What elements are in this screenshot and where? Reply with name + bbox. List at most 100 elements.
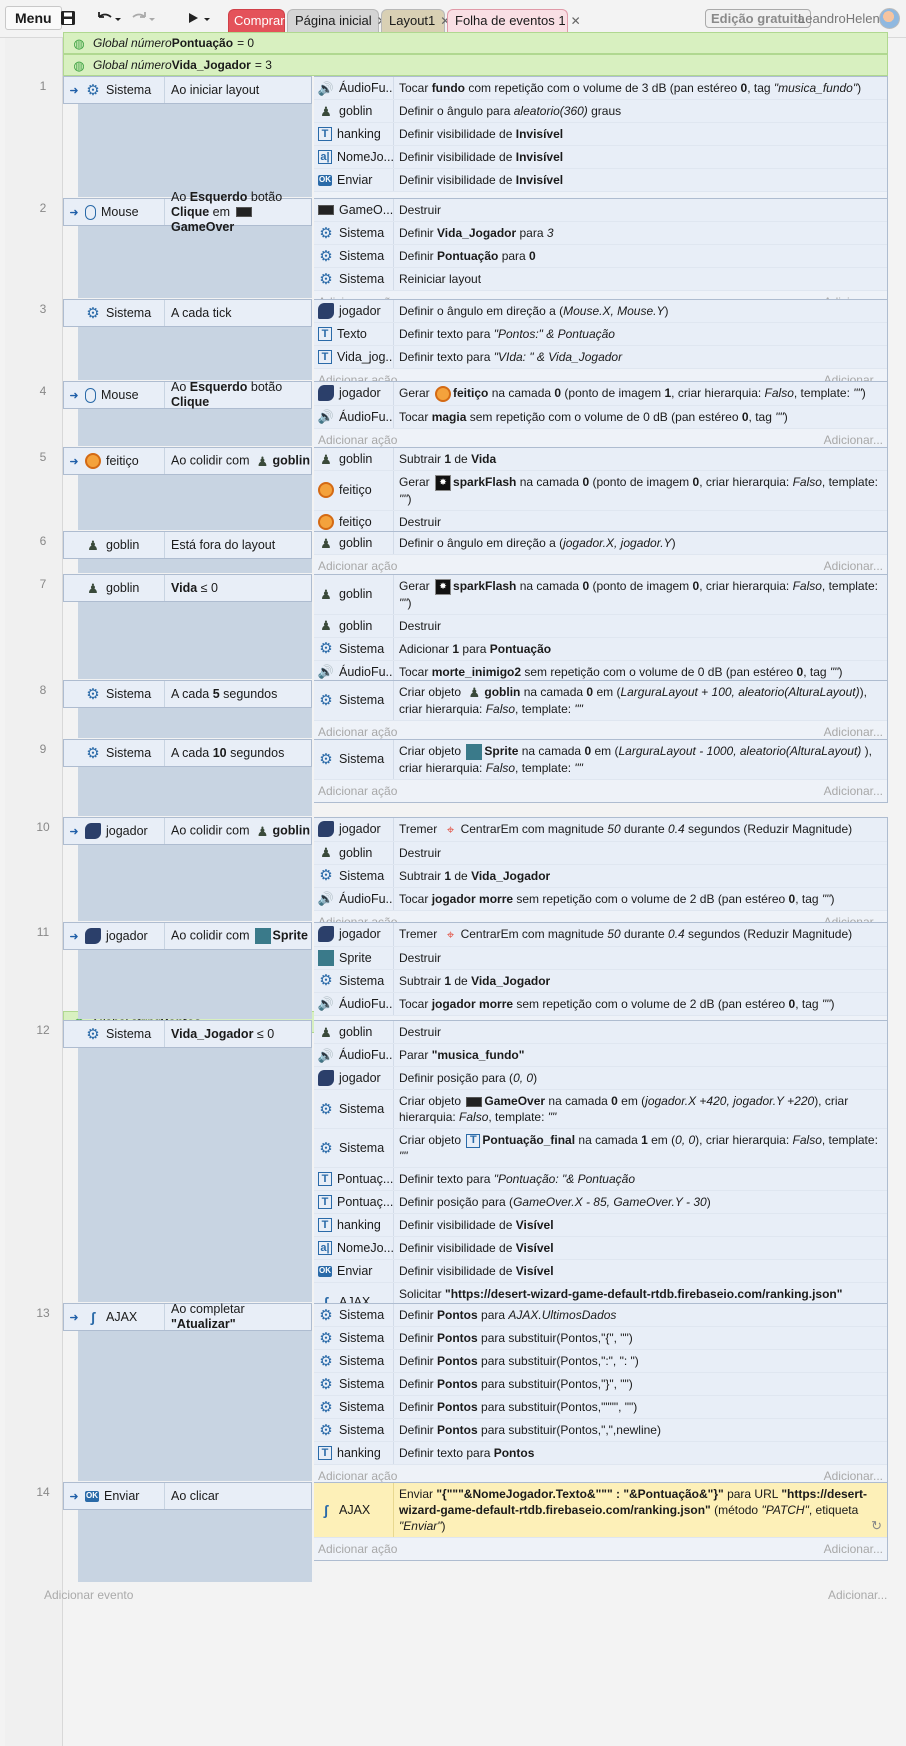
action-row[interactable]: feitiço Gerar ✸ sparkFlash na camada 0 (po… [314,471,887,511]
action-row[interactable]: ⚙ Sistema Criar objeto Sprite na camada 0 … [314,740,887,780]
action-row[interactable]: jogador Gerar feitiço na camada 0 (ponto … [314,382,887,406]
event-condition[interactable]: ⚙ Sistema A cada tick [63,299,312,327]
action-text[interactable]: Criar objeto GameOver na camada 0 em (jo… [394,1090,887,1128]
event-condition[interactable]: ➜ ʃ AJAX Ao completar "Atualizar" [63,1302,312,1331]
action-text[interactable]: Definir visibilidade de Visível [394,1214,887,1236]
condition-object[interactable]: OK Enviar [84,1483,165,1509]
action-object[interactable]: Thanking [314,1442,394,1464]
event-condition[interactable]: ➜ jogador Ao colidir com Sprite [63,922,312,950]
action-row[interactable]: ♟ goblin Destruir [314,1021,887,1044]
action-object[interactable]: 🔊 ÁudioFu... [314,992,394,1015]
action-row[interactable]: Thanking Definir visibilidade de Invisíve… [314,123,887,146]
condition-text[interactable]: Ao colidir com ♟ goblin [165,448,311,474]
action-object[interactable]: ⚙ Sistema [314,1090,394,1128]
action-text[interactable]: Destruir [394,842,887,864]
event-block[interactable]: 1 ➜ ⚙ Sistema Ao iniciar layout 🔊 ÁudioFu... To… [0,76,906,215]
add-action-link[interactable]: Adicionar ação [318,725,397,739]
condition-text[interactable]: Vida ≤ 0 [165,575,311,601]
action-text[interactable]: Tocar magia sem repetição com o volume d… [394,406,887,428]
action-row[interactable]: ⚙ Sistema Criar objeto T Pontuação_final na… [314,1129,887,1168]
event-condition[interactable]: ➜ Mouse Ao Esquerdo botão Clique [63,380,312,409]
action-text[interactable]: Definir posição para (GameOver.X - 85, G… [394,1191,887,1213]
event-condition[interactable]: ♟ goblin Vida ≤ 0 [63,574,312,602]
action-object[interactable]: T Pontuaç... [314,1168,394,1190]
action-text[interactable]: Gerar ✸ sparkFlash na camada 0 (ponto de … [394,471,887,510]
event-condition[interactable]: ⚙ Sistema Vida_Jogador ≤ 0 [63,1020,312,1048]
action-text[interactable]: Definir visibilidade de Invisível [394,169,887,191]
condition-area[interactable] [78,1020,312,1302]
action-object[interactable]: ♟ goblin [314,841,394,864]
event-condition[interactable]: ➜ jogador Ao colidir com ♟ goblin [63,817,312,845]
play-icon[interactable] [184,6,214,30]
action-row[interactable]: jogador Definir o ângulo em direção a (Mo… [314,300,887,323]
add-action-link[interactable]: Adicionar ação [318,433,397,447]
action-text[interactable]: Gerar ✸ sparkFlash na camada 0 (ponto de … [394,575,887,614]
action-row[interactable]: 🔊 ÁudioFu... Tocar magia sem repetição com… [314,405,887,429]
event-condition[interactable]: ♟ goblin Está fora do layout [63,531,312,559]
action-object[interactable]: jogador [314,1067,394,1089]
action-object[interactable]: ⚙ Sistema [314,222,394,244]
action-row[interactable]: jogador Tremer ⌖ CentrarEm com magnitude 5… [314,818,887,842]
action-text[interactable]: Definir o ângulo para aleatorio(360) gra… [394,100,887,122]
action-object[interactable]: 🔊 ÁudioFu... [314,405,394,428]
action-text[interactable]: Destruir [394,511,887,533]
condition-text[interactable]: A cada tick [165,300,311,326]
condition-text[interactable]: Ao colidir com Sprite [165,923,311,949]
action-object[interactable]: a| NomeJo... [314,1237,394,1259]
action-object[interactable]: ⚙ Sistema [314,969,394,992]
tab-comprar[interactable]: Comprar [228,9,285,32]
close-icon[interactable]: ✕ [571,14,581,28]
action-row[interactable]: ♟ goblin Definir o ângulo para aleatorio(3… [314,100,887,123]
event-block[interactable]: 10 ➜ jogador Ao colidir com ♟ goblin jogador Tr… [0,817,906,934]
action-row[interactable]: T Texto Definir texto para "Pontos:" & Pon… [314,323,887,346]
action-text[interactable]: Definir texto para "Pontos:" & Pontuação [394,323,887,345]
free-edition-badge[interactable]: Edição gratuita [705,9,811,28]
condition-object[interactable]: ⚙ Sistema [84,300,165,326]
action-text[interactable]: Definir posição para (0, 0) [394,1067,887,1089]
action-row[interactable]: ⚙ Sistema Adicionar 1 para Pontuação [314,637,887,661]
save-icon[interactable] [57,6,79,30]
add-other-link[interactable]: Adicionar... [824,725,883,739]
action-text[interactable]: Definir texto para Pontos [394,1442,887,1464]
action-text[interactable]: Parar "musica_fundo" [394,1044,887,1066]
event-block[interactable]: 4 ➜ Mouse Ao Esquerdo botão Clique jogador Ger… [0,380,906,452]
action-object[interactable]: ⚙ Sistema [314,1350,394,1372]
action-object[interactable]: 🔊 ÁudioFu... [314,1044,394,1066]
event-condition[interactable]: ➜ OK Enviar Ao clicar [63,1482,312,1510]
add-other-link[interactable]: Adicionar... [824,784,883,798]
action-text[interactable]: Definir o ângulo em direção a (Mouse.X, … [394,300,887,322]
action-text[interactable]: Tocar jogador morre sem repetição com o … [394,888,887,910]
action-object[interactable]: T Texto [314,323,394,345]
add-other-link[interactable]: Adicionar... [824,1469,883,1483]
add-action-link[interactable]: Adicionar ação [318,1469,397,1483]
add-event-link[interactable]: Adicionar evento [44,1588,133,1602]
add-other-link[interactable]: Adicionar... [828,1588,887,1602]
action-object[interactable]: ♟ goblin [314,532,394,554]
add-action-link[interactable]: Adicionar ação [318,784,397,798]
event-condition[interactable]: ⚙ Sistema A cada 10 segundos [63,739,312,767]
tab-folha-de-eventos[interactable]: Folha de eventos 1 ✕ [447,9,581,32]
action-row[interactable]: ♟ goblin Destruir [314,841,887,865]
action-text[interactable]: Definir visibilidade de Invisível [394,123,887,145]
action-row[interactable]: 🔊 ÁudioFu... Tocar jogador morre sem repet… [314,887,887,911]
user-name[interactable]: LeandroHeleno [798,11,887,26]
action-text[interactable]: Reiniciar layout [394,268,887,290]
action-text[interactable]: Subtrair 1 de Vida_Jogador [394,865,887,887]
action-object[interactable]: 🔊 ÁudioFu... [314,887,394,910]
event-block[interactable]: 12 ⚙ Sistema Vida_Jogador ≤ 0 ♟ goblin Destrui… [0,1020,906,1345]
action-text[interactable]: Definir Vida_Jogador para 3 [394,222,887,244]
action-text[interactable]: Definir Pontos para AJAX.UltimosDados [394,1304,887,1326]
action-row[interactable]: ⚙ Sistema Criar objeto GameOver na camada … [314,1090,887,1129]
action-row[interactable]: 🔊 ÁudioFu... Parar "musica_fundo" [314,1044,887,1067]
condition-text[interactable]: Ao iniciar layout [165,77,311,103]
action-object[interactable]: T Vida_jog... [314,346,394,368]
action-row[interactable]: ⚙ Sistema Definir Pontos para substituir(P… [314,1350,887,1373]
action-row[interactable]: ♟ goblin Definir o ângulo em direção a (jo… [314,532,887,555]
action-object[interactable]: a| NomeJo... [314,146,394,168]
event-block[interactable]: 5 ➜ feitiço Ao colidir com ♟ goblin ♟ goblin Sub… [0,447,906,557]
event-condition[interactable]: ➜ feitiço Ao colidir com ♟ goblin [63,447,312,475]
add-action-link[interactable]: Adicionar ação [318,559,397,573]
action-row[interactable]: ♟ goblin Destruir [314,614,887,638]
action-object[interactable]: T Pontuaç... [314,1191,394,1213]
event-block[interactable]: 8 ⚙ Sistema A cada 5 segundos ⚙ Sistema Criar … [0,680,906,744]
